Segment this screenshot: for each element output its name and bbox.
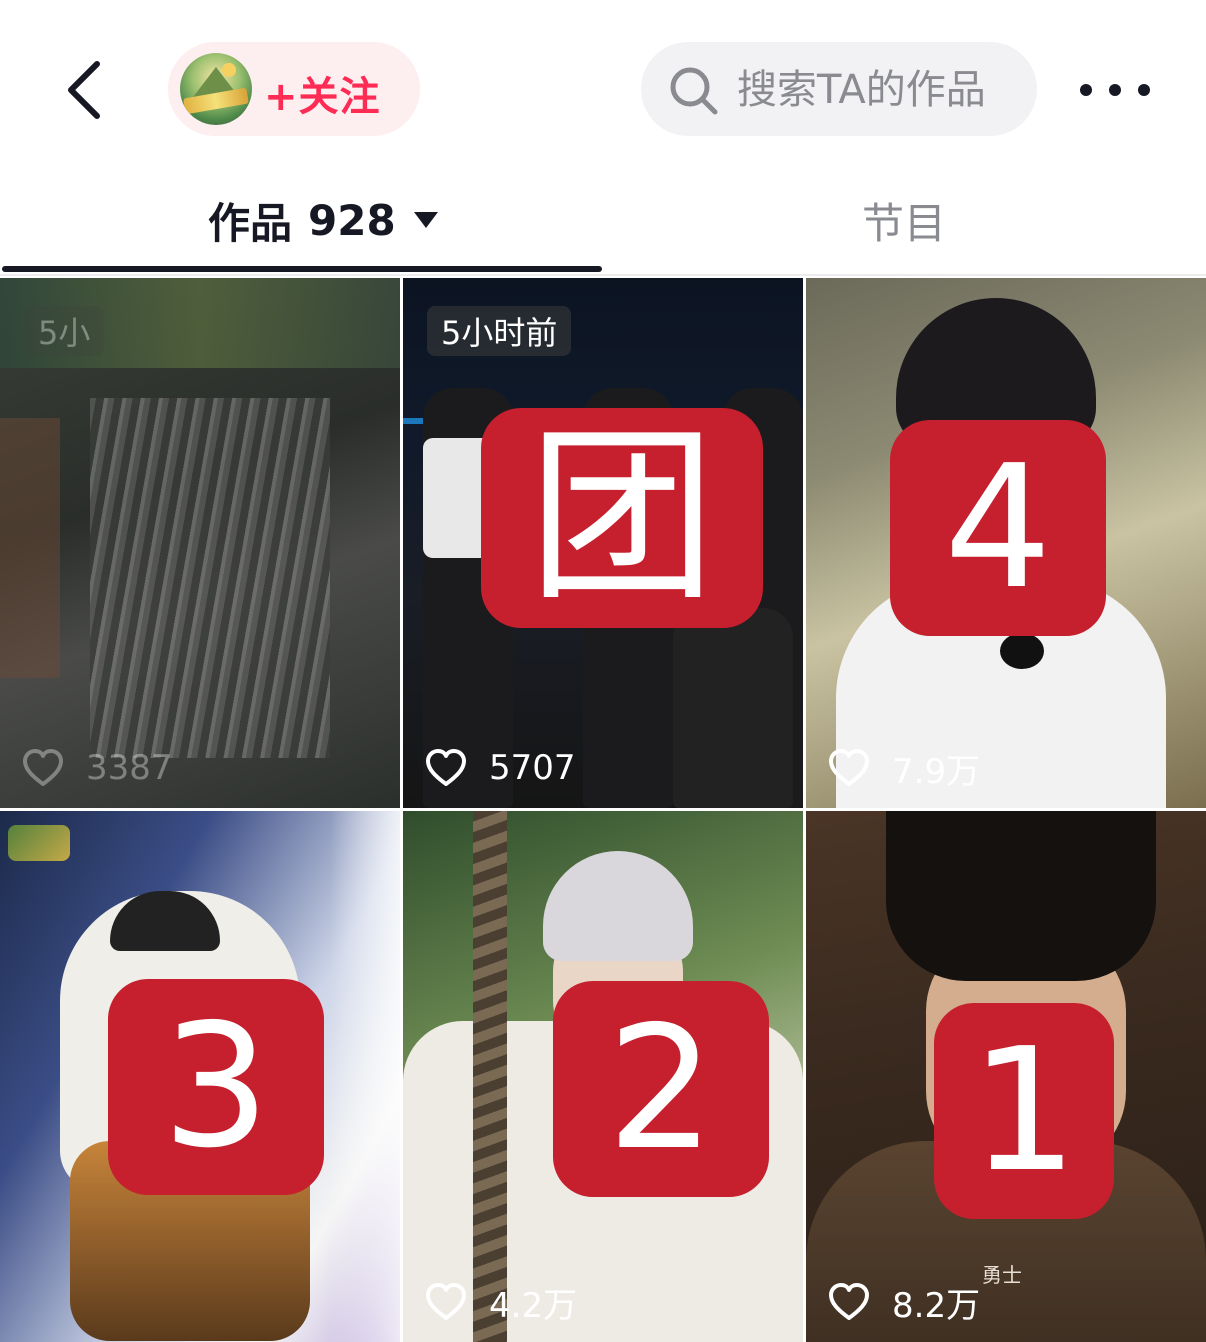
back-button[interactable] — [50, 50, 120, 130]
search-input[interactable] — [737, 66, 1027, 114]
dropdown-caret-icon[interactable] — [413, 212, 438, 228]
follow-label: +关注 — [264, 74, 381, 120]
search-icon — [670, 67, 718, 115]
heart-icon — [829, 749, 869, 786]
video-thumbnail[interactable]: 5小时前 团 5707 — [403, 278, 803, 808]
like-count: 5707 — [425, 746, 576, 790]
like-count: 4.2万 — [425, 1280, 578, 1326]
thumbnail-image — [0, 278, 400, 808]
avatar[interactable] — [180, 53, 252, 125]
video-thumbnail[interactable]: 2 4.2万 — [403, 811, 803, 1342]
search-bar[interactable] — [641, 42, 1037, 136]
works-count: 928 — [308, 195, 396, 245]
time-badge: 5小 — [24, 306, 105, 356]
video-grid: 5小 3387 5小时前 团 5707 4 7.9万 3 2 4.2万 1 勇士… — [0, 278, 1206, 1342]
overlay-tag: 团 — [481, 408, 763, 628]
overlay-tag: 4 — [890, 420, 1106, 636]
heart-icon — [829, 1283, 869, 1320]
like-count-value: 7.9万 — [892, 751, 981, 792]
heart-icon — [23, 749, 63, 786]
more-dots-icon — [1080, 84, 1092, 96]
top-bar: +关注 — [0, 0, 1206, 170]
like-count-value: 5707 — [489, 748, 576, 788]
follow-button[interactable]: +关注 — [168, 42, 420, 136]
tab-works[interactable]: 作品 928 — [208, 190, 438, 250]
tab-works-label: 作品 — [208, 198, 293, 248]
video-thumbnail[interactable]: 5小 3387 — [0, 278, 400, 808]
overlay-tag: 2 — [553, 981, 769, 1197]
back-arrow-icon — [68, 61, 100, 119]
like-count: 8.2万 — [828, 1280, 981, 1326]
like-count: 3387 — [22, 746, 173, 790]
overlay-tag: 3 — [108, 979, 324, 1195]
time-badge: 5小时前 — [427, 306, 572, 356]
heart-icon — [426, 1283, 466, 1320]
heart-icon — [426, 749, 466, 786]
more-button[interactable] — [1080, 70, 1150, 110]
active-tab-indicator — [2, 266, 602, 272]
video-thumbnail[interactable]: 4 7.9万 — [806, 278, 1206, 808]
like-count-value: 4.2万 — [489, 1285, 578, 1326]
video-watermark: 勇士 — [982, 1263, 1022, 1287]
tab-shows[interactable]: 节目 — [862, 190, 946, 250]
like-count-value: 3387 — [86, 748, 173, 788]
tab-bar: 作品 928 节目 — [0, 170, 1206, 276]
like-count-value: 8.2万 — [892, 1285, 981, 1326]
overlay-tag: 1 — [934, 1003, 1114, 1219]
like-count: 7.9万 — [828, 746, 981, 792]
video-thumbnail[interactable]: 1 勇士 8.2万 — [806, 811, 1206, 1342]
video-thumbnail[interactable]: 3 — [0, 811, 400, 1342]
tab-shows-label: 节目 — [862, 198, 947, 248]
show-logo — [8, 825, 70, 861]
